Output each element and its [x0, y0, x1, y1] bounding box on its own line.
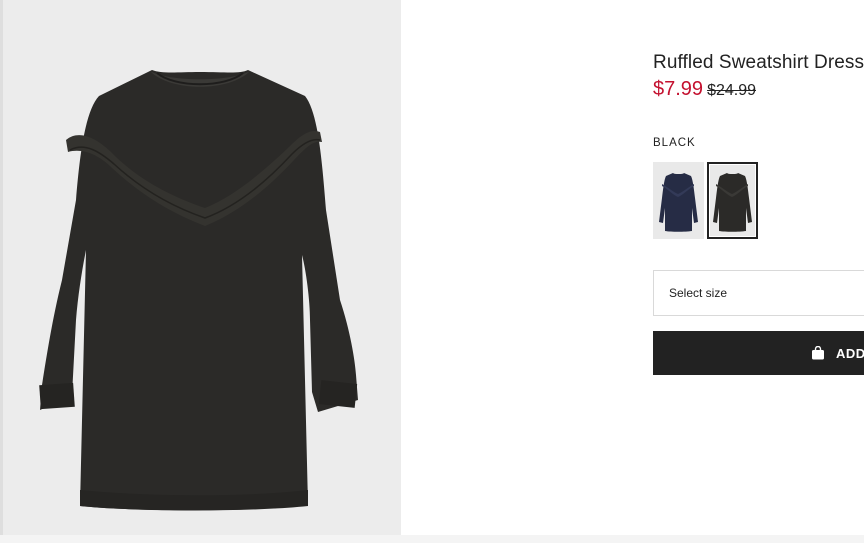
dress-photo — [39, 70, 358, 511]
add-button-label: ADD — [836, 345, 864, 361]
product-title: Ruffled Sweatshirt Dress — [653, 52, 864, 73]
swatch-navy-blue[interactable] — [653, 162, 704, 239]
product-image[interactable] — [0, 0, 401, 535]
product-info: Ruffled Sweatshirt Dress $7.99 $24.99 BLA… — [653, 0, 864, 543]
color-swatches — [653, 162, 758, 239]
size-select[interactable]: Select size — [653, 270, 864, 316]
selected-color-label: BLACK — [653, 137, 696, 149]
shopping-bag-icon — [812, 346, 824, 360]
black-dress-thumbnail — [713, 173, 752, 232]
bottom-divider — [0, 535, 864, 543]
add-to-bag-button[interactable]: ADD — [653, 331, 864, 375]
sale-price: $7.99 — [653, 78, 704, 100]
swatch-black[interactable] — [707, 162, 758, 239]
navy-dress-thumbnail — [659, 173, 698, 232]
size-select-label: Select size — [669, 286, 728, 300]
original-price: $24.99 — [707, 82, 756, 99]
price-row: $7.99 $24.99 — [653, 77, 756, 103]
